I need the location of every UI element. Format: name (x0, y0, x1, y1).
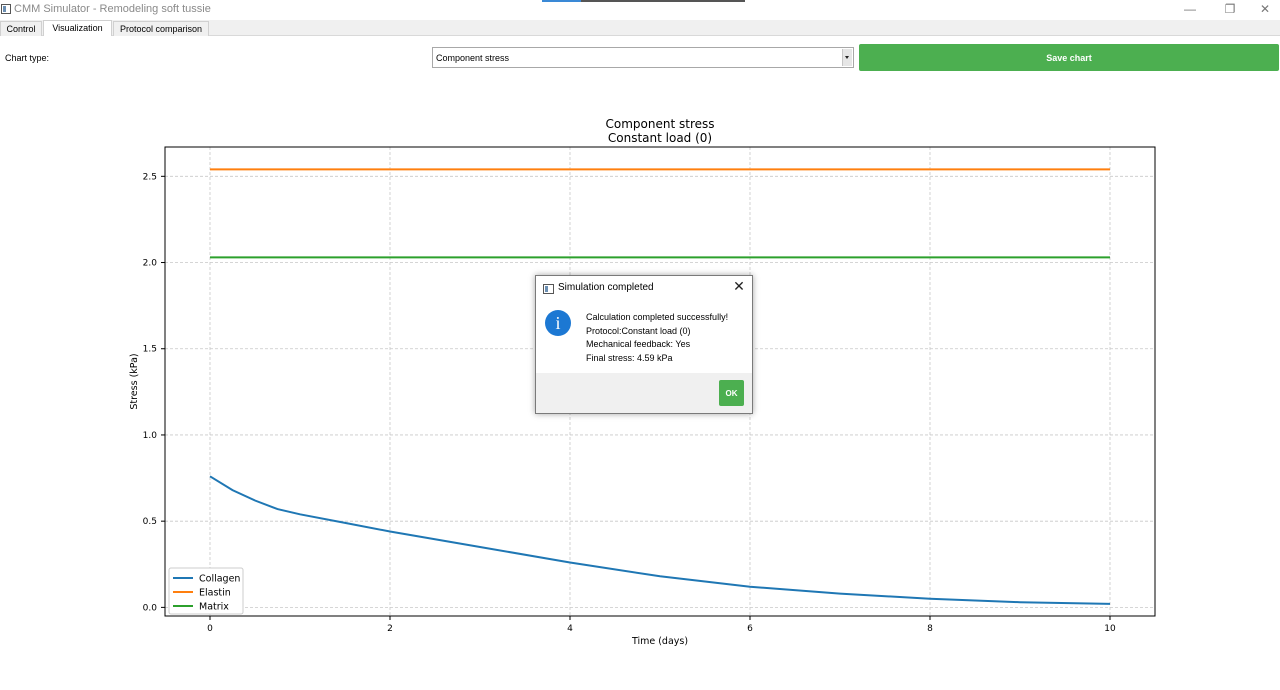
y-tick-label: 2.5 (143, 172, 157, 182)
dialog-close-button[interactable]: ✕ (733, 279, 745, 293)
app-icon (543, 284, 554, 294)
tab-bar: Control Visualization Protocol compariso… (0, 20, 1280, 36)
legend-label: Elastin (199, 588, 231, 599)
message-line: Protocol:Constant load (0) (586, 325, 691, 336)
chart-type-label: Chart type: (5, 53, 50, 63)
y-tick-label: 0.0 (143, 603, 158, 613)
x-tick-label: 2 (387, 624, 393, 634)
y-axis-label: Stress (kPa) (129, 353, 140, 409)
save-chart-button[interactable]: Save chart (859, 44, 1279, 71)
chart-subtitle: Constant load (0) (608, 131, 712, 145)
chart-type-value: Component stress (436, 53, 510, 63)
y-tick-label: 2.0 (143, 259, 158, 269)
message-line: Mechanical feedback: Yes (586, 339, 691, 349)
y-tick-label: 1.0 (143, 431, 158, 441)
legend-label: Matrix (199, 602, 229, 613)
chart-title: Component stress (606, 117, 715, 131)
x-tick-label: 10 (1104, 624, 1116, 634)
tab-visualization[interactable]: Visualization (43, 20, 112, 36)
progress-bar (542, 0, 745, 2)
chevron-down-icon[interactable] (842, 49, 852, 66)
tab-protocol-comparison[interactable]: Protocol comparison (113, 21, 209, 36)
tab-control[interactable]: Control (0, 21, 42, 36)
message-line: Calculation completed successfully! (586, 312, 729, 322)
window-title: CMM Simulator - Remodeling soft tussie (14, 3, 211, 15)
maximize-button[interactable]: ❐ (1210, 0, 1250, 20)
x-tick-label: 6 (747, 624, 753, 634)
ok-button[interactable]: OK (719, 380, 744, 406)
series-line-collagen (209, 475, 1111, 605)
title-bar: CMM Simulator - Remodeling soft tussie —… (0, 0, 1280, 20)
x-tick-label: 4 (567, 624, 573, 634)
y-tick-label: 1.5 (143, 345, 157, 355)
dialog-message: Calculation completed successfully! Prot… (586, 311, 728, 365)
close-window-button[interactable]: ✕ (1245, 0, 1280, 20)
x-tick-label: 8 (927, 624, 933, 634)
info-icon: i (545, 310, 571, 336)
x-tick-label: 0 (207, 624, 213, 634)
message-line: Final stress: 4.59 kPa (586, 352, 673, 363)
minimize-button[interactable]: — (1170, 0, 1210, 20)
dialog-title: Simulation completed (558, 282, 654, 293)
x-axis-label: Time (days) (631, 636, 688, 647)
app-icon (1, 4, 11, 14)
simulation-completed-dialog: Simulation completed ✕ i Calculation com… (535, 275, 753, 414)
progress-fill (542, 0, 581, 2)
chart-type-select[interactable]: Component stress (432, 47, 854, 68)
y-tick-label: 0.5 (143, 517, 157, 527)
legend-label: Collagen (199, 574, 240, 585)
